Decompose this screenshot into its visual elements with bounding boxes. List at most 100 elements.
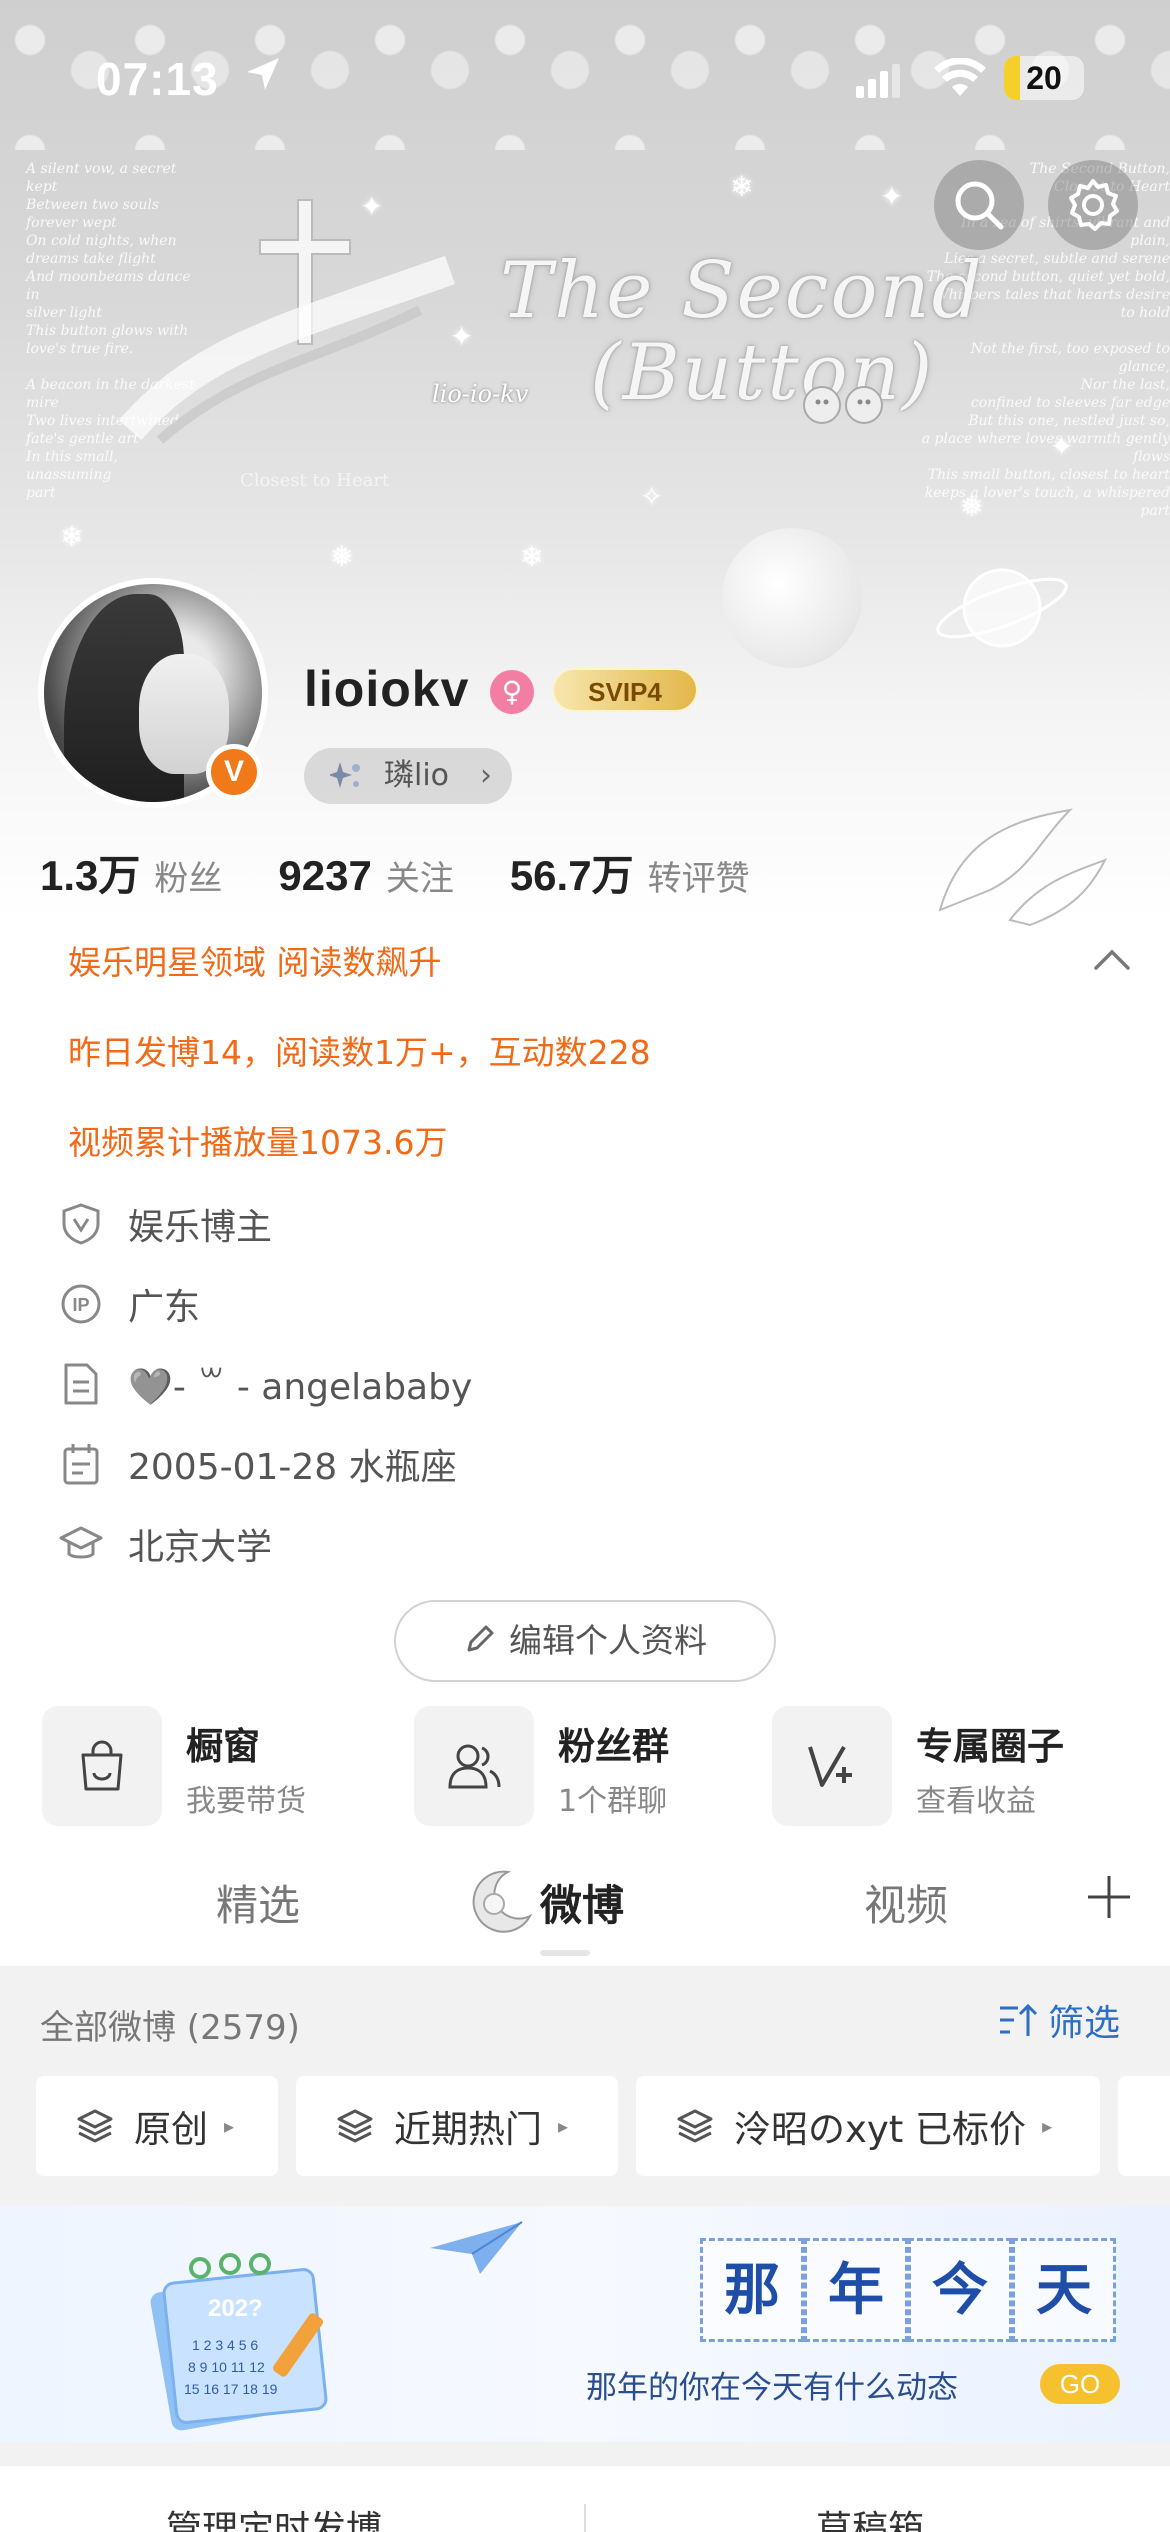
cover-title: The Second (Button) (500, 246, 984, 418)
svg-text:IP: IP (72, 1295, 89, 1315)
svg-text:8 9 10 11 12: 8 9 10 11 12 (188, 2359, 265, 2375)
info-birthday-row: 2005-01-28 水瓶座 (58, 1436, 457, 1492)
info-bio: 🩶- ꒳ - angelababy (128, 1367, 473, 1408)
settings-button[interactable] (1048, 160, 1138, 250)
chip-more[interactable] (1118, 2076, 1170, 2176)
caret-right-icon: ▸ (558, 2114, 569, 2138)
profile-tag-label: 璘lio (384, 758, 450, 793)
interactions-count[interactable]: 56.7万 (510, 842, 634, 903)
moon-girl-tab-icon (472, 1870, 533, 1933)
quick-entry-title: 粉丝群 (558, 1725, 669, 1768)
edit-profile-label: 编辑个人资料 (509, 1621, 707, 1660)
quick-entry-subtitle: 查看收益 (916, 1784, 1036, 1819)
verified-badge: V (206, 744, 262, 800)
filter-button[interactable]: 筛选 (998, 1996, 1120, 2044)
quick-entry-subtitle: 我要带货 (186, 1784, 306, 1819)
info-school: 北京大学 (128, 1527, 273, 1568)
graduation-cap-icon (59, 1526, 103, 1559)
chevron-right-icon: › (480, 758, 492, 793)
buttons-decoration (803, 386, 883, 424)
info-birthday: 2005-01-28 水瓶座 (128, 1447, 457, 1488)
go-button[interactable]: GO (1040, 2364, 1120, 2404)
chip-label: 原创 (134, 2108, 208, 2151)
following-label[interactable]: 关注 (386, 851, 454, 900)
cover-caption: Closest to Heart (240, 470, 390, 491)
shield-v-icon (62, 1203, 100, 1245)
achievement-video-plays[interactable]: 视频累计播放量1073.6万 (40, 1114, 475, 1172)
battery-indicator: 20 (1004, 56, 1084, 100)
document-icon (64, 1363, 98, 1405)
caret-right-icon: ▸ (1042, 2114, 1053, 2138)
quick-entry-title: 橱窗 (186, 1725, 260, 1768)
tab-indicator (540, 1950, 590, 1956)
filter-icon (1000, 2003, 1038, 2036)
group-icon (448, 1744, 501, 1789)
layers-icon (337, 2109, 373, 2143)
following-count[interactable]: 9237 (278, 852, 371, 900)
search-button[interactable] (934, 160, 1024, 250)
angel-wings-decoration (938, 808, 1108, 927)
cellular-signal-icon (856, 64, 900, 98)
sparkle-icon: ✦ (360, 190, 384, 223)
profile-tag[interactable]: 璘lio › (304, 748, 512, 804)
tab-weibo[interactable]: 微博 (540, 1872, 624, 1933)
info-bio-row: 🩶- ꒳ - angelababy (58, 1356, 472, 1412)
chip-label: 近期热门 (394, 2108, 542, 2151)
svg-text:1 2 3 4 5 6: 1 2 3 4 5 6 (192, 2337, 258, 2353)
add-tab-icon[interactable] (1084, 1872, 1134, 1922)
calendar-icon (63, 1444, 99, 1485)
layers-icon (77, 2109, 113, 2143)
scheduled-posts-link[interactable]: 管理定时发博 (166, 2500, 382, 2532)
info-category-row[interactable]: 娱乐博主 (58, 1196, 272, 1252)
sparkle-tag-icon (330, 762, 360, 788)
chip-original[interactable]: 原创 ▸ (36, 2076, 278, 2176)
female-icon: ♀ (490, 670, 534, 714)
quick-entry-showcase[interactable]: 橱窗 我要带货 (42, 1706, 372, 1826)
interactions-label[interactable]: 转评赞 (648, 851, 750, 900)
banner-subtitle: 那年的你在今天有什么动态 (586, 2370, 958, 2406)
sparkle-icon: ✧ (640, 480, 664, 513)
filter-label: 筛选 (1048, 2003, 1121, 2044)
edit-profile-button[interactable]: 编辑个人资料 (394, 1600, 776, 1682)
divider (584, 2504, 586, 2532)
tab-featured[interactable]: 精选 (216, 1872, 300, 1933)
tab-video[interactable]: 视频 (864, 1872, 948, 1933)
snowflake-icon: ❄ (730, 170, 754, 203)
quick-entry-subtitle: 1个群聊 (558, 1784, 668, 1819)
chip-priced[interactable]: 泠昭のxyt 已标价 ▸ (636, 2076, 1100, 2176)
info-ip-row: IP 广东 (58, 1276, 200, 1332)
calendar-illustration: 202? 1 2 3 4 5 6 8 9 10 11 12 15 16 17 1… (150, 2253, 328, 2431)
chip-recent-hot[interactable]: 近期热门 ▸ (296, 2076, 618, 2176)
banner-char: 那 (700, 2238, 804, 2342)
banner-char: 今 (908, 2238, 1012, 2342)
quick-entry-fan-group[interactable]: 粉丝群 1个群聊 (414, 1706, 744, 1826)
chevron-up-icon[interactable] (1092, 944, 1132, 974)
status-time: 07:13 (96, 53, 219, 105)
sparkle-icon: ✦ (880, 180, 904, 213)
snowflake-icon: ❄ (60, 520, 84, 553)
ribbon-decoration (120, 255, 455, 444)
snowflake-icon: ❅ (960, 490, 984, 523)
banner-char: 天 (1012, 2238, 1116, 2342)
info-category: 娱乐博主 (128, 1207, 273, 1248)
info-ip: 广东 (128, 1287, 201, 1328)
quick-entry-circle[interactable]: 专属圈子 查看收益 (772, 1706, 1142, 1826)
shopping-bag-icon (81, 1740, 123, 1791)
v-plus-icon (808, 1745, 852, 1787)
moon-decoration (722, 528, 862, 668)
profile-stats: 1.3万 粉丝 9237 关注 56.7万 转评赞 (40, 842, 806, 902)
ip-icon: IP (61, 1284, 101, 1324)
followers-label[interactable]: 粉丝 (154, 851, 222, 900)
chip-label: 泠昭のxyt 已标价 (734, 2108, 1027, 2151)
caret-right-icon: ▸ (224, 2114, 235, 2138)
layers-icon (677, 2109, 713, 2143)
achievement-yesterday[interactable]: 昨日发博14，阅读数1万+，互动数228 (40, 1024, 679, 1082)
search-icon (955, 181, 1004, 230)
sparkle-icon: ✦ (450, 320, 474, 353)
info-school-row: 北京大学 (58, 1516, 272, 1572)
followers-count[interactable]: 1.3万 (40, 842, 140, 903)
drafts-link[interactable]: 草稿箱 (816, 2500, 924, 2532)
achievement-trending[interactable]: 娱乐明星领域 阅读数飙升 (40, 934, 470, 992)
paper-plane-icon (430, 2221, 523, 2274)
svip-badge[interactable]: SVIP4 (552, 668, 698, 712)
